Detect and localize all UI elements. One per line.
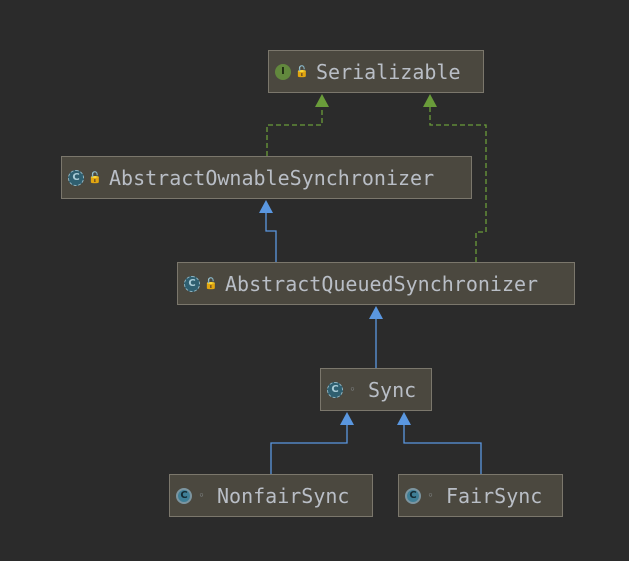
static-class-icon: C xyxy=(176,487,192,504)
abstract-static-class-icon: C xyxy=(327,381,343,398)
node-label: AbstractQueuedSynchronizer xyxy=(225,271,539,296)
package-private-icon: ◦ xyxy=(198,489,205,502)
interface-icon: I xyxy=(275,63,291,80)
node-label: Serializable xyxy=(316,59,461,84)
package-private-icon: ◦ xyxy=(427,489,434,502)
node-abstract-ownable-synchronizer[interactable]: C 🔓 AbstractOwnableSynchronizer xyxy=(61,156,472,199)
arrowhead-sync-right xyxy=(397,412,411,425)
package-private-icon: ◦ xyxy=(349,383,356,396)
abstract-class-icon: C xyxy=(68,169,84,186)
uml-class-diagram: I 🔓 Serializable C 🔓 AbstractOwnableSync… xyxy=(0,0,629,561)
arrowhead-sync-left xyxy=(340,412,354,425)
node-abstract-queued-synchronizer[interactable]: C 🔓 AbstractQueuedSynchronizer xyxy=(177,262,575,305)
static-class-icon: C xyxy=(405,487,421,504)
public-lock-icon: 🔓 xyxy=(88,171,102,184)
arrowhead-serializable-left xyxy=(315,94,329,107)
edge-fair-extends-sync xyxy=(403,424,482,474)
node-label: NonfairSync xyxy=(217,483,350,508)
edge-aos-implements-serializable xyxy=(266,106,323,156)
edge-aqs-extends-aos xyxy=(265,212,277,262)
node-sync[interactable]: C ◦ Sync xyxy=(320,368,432,411)
public-lock-icon: 🔓 xyxy=(204,277,218,290)
arrowhead-aos xyxy=(259,200,273,213)
abstract-class-icon: C xyxy=(184,275,200,292)
node-serializable[interactable]: I 🔓 Serializable xyxy=(268,50,484,93)
node-label: Sync xyxy=(368,377,417,402)
public-lock-icon: 🔓 xyxy=(295,65,309,78)
node-label: FairSync xyxy=(446,483,543,508)
arrowhead-serializable-right xyxy=(423,94,437,107)
arrowhead-aqs xyxy=(369,306,383,319)
edge-nonfair-extends-sync xyxy=(270,424,348,474)
node-label: AbstractOwnableSynchronizer xyxy=(109,165,435,190)
node-fair-sync[interactable]: C ◦ FairSync xyxy=(398,474,563,517)
node-nonfair-sync[interactable]: C ◦ NonfairSync xyxy=(169,474,373,517)
